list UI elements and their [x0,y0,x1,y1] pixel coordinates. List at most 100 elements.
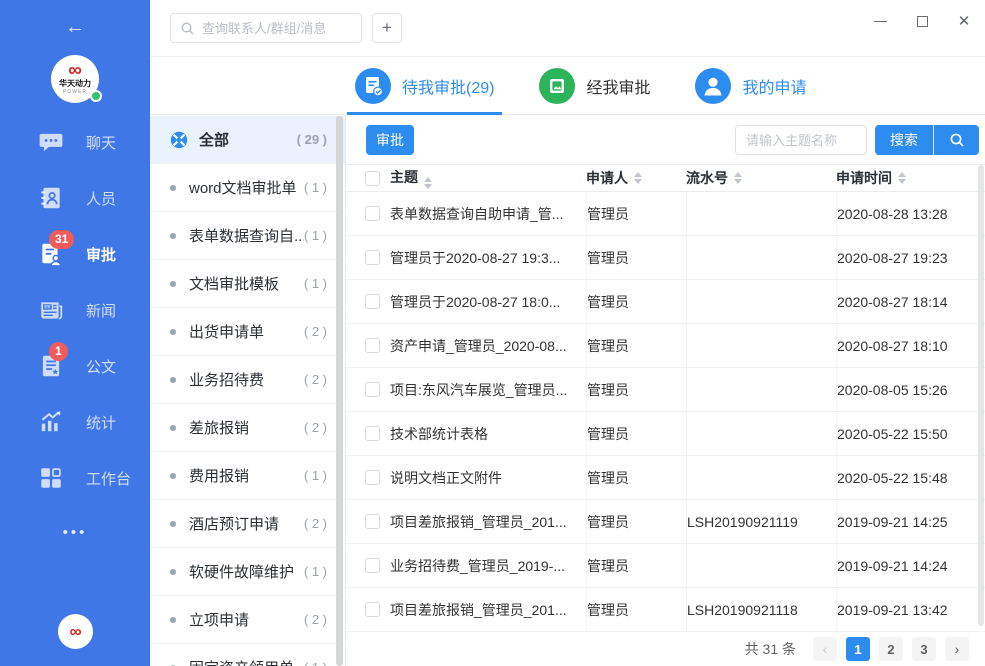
sidebar-item-label: 审批 [86,244,116,265]
sidebar-item-news[interactable]: NEW 新闻 [0,282,150,338]
row-checkbox[interactable] [365,206,380,221]
sidebar-item-workbench[interactable]: 工作台 [0,450,150,506]
category-item[interactable]: 文档审批模板 ( 1 ) [150,260,345,308]
table-scrollbar[interactable] [978,165,984,626]
row-checkbox[interactable] [365,250,380,265]
close-icon[interactable]: ✕ [943,0,985,42]
row-checkbox[interactable] [365,382,380,397]
category-item[interactable]: 出货申请单 ( 2 ) [150,308,345,356]
prev-page-icon[interactable]: ‹ [813,637,837,661]
cell-subject[interactable]: 业务招待费_管理员_2019-... [390,556,586,576]
row-checkbox[interactable] [365,558,380,573]
row-checkbox[interactable] [365,338,380,353]
next-page-icon[interactable]: › [945,637,969,661]
header-subject[interactable]: 主题 [390,167,586,189]
table-row[interactable]: 项目:东风汽车展览_管理员... 管理员 2020-08-05 15:26 [346,368,985,412]
cell-subject[interactable]: 资产申请_管理员_2020-08... [390,336,586,356]
cell-subject[interactable]: 项目差旅报销_管理员_201... [390,512,586,532]
table-row[interactable]: 项目差旅报销_管理员_201... 管理员 LSH20190921118 201… [346,588,985,632]
category-item[interactable]: 业务招待费 ( 2 ) [150,356,345,404]
category-item[interactable]: word文档审批单 ( 1 ) [150,164,345,212]
sidebar-item-approval[interactable]: 31 审批 [0,226,150,282]
table-toolbar: 审批 搜索 [346,116,985,164]
table-row[interactable]: 管理员于2020-08-27 19:3... 管理员 2020-08-27 19… [346,236,985,280]
cell-subject[interactable]: 管理员于2020-08-27 18:0... [390,292,586,312]
header-applicant[interactable]: 申请人 [586,165,686,191]
category-item[interactable]: 酒店预订申请 ( 2 ) [150,500,345,548]
row-checkbox[interactable] [365,514,380,529]
cell-apply-time: 2019-09-21 14:25 [837,514,948,530]
category-item[interactable]: 表单数据查询自... ( 1 ) [150,212,345,260]
tab-my-application[interactable]: 我的申请 [695,57,806,115]
table-row[interactable]: 资产申请_管理员_2020-08... 管理员 2020-08-27 18:10 [346,324,985,368]
sort-icon[interactable] [634,172,642,184]
row-checkbox[interactable] [365,294,380,309]
page-button[interactable]: 2 [879,637,903,661]
sort-icon[interactable] [898,172,906,184]
cell-subject[interactable]: 表单数据查询自助申请_管... [390,204,586,224]
cell-serial: LSH20190921118 [687,602,798,618]
sidebar-item-label: 公文 [86,356,116,377]
approve-button[interactable]: 审批 [366,125,414,155]
category-label: 文档审批模板 [189,273,279,294]
sidebar-item-people[interactable]: 人员 [0,170,150,226]
row-checkbox[interactable] [365,602,380,617]
sidebar-nav: 聊天 人员 31 审批 NEW 新闻 1 公文 [0,114,150,506]
add-button[interactable]: + [372,13,402,43]
tab-approved-by-me[interactable]: 经我审批 [539,57,650,115]
sidebar-item-official-doc[interactable]: 1 公文 [0,338,150,394]
table-row[interactable]: 管理员于2020-08-27 18:0... 管理员 2020-08-27 18… [346,280,985,324]
category-item[interactable]: 软硬件故障维护 ( 1 ) [150,548,345,596]
header-apply-time[interactable]: 申请时间 [836,165,985,191]
row-checkbox[interactable] [365,470,380,485]
page-button[interactable]: 3 [912,637,936,661]
advanced-search-button[interactable] [933,125,979,155]
more-icon[interactable]: ••• [0,524,150,541]
minimize-icon[interactable] [859,0,901,42]
user-avatar[interactable]: ∞ 华天动力 POWER [51,55,99,103]
cell-subject[interactable]: 说明文档正文附件 [390,468,586,488]
table-row[interactable]: 表单数据查询自助申请_管... 管理员 2020-08-28 13:28 [346,192,985,236]
back-arrow-icon[interactable]: ← [0,16,150,39]
cell-subject[interactable]: 管理员于2020-08-27 19:3... [390,248,586,268]
category-item[interactable]: 立项申请 ( 2 ) [150,596,345,644]
table-row[interactable]: 说明文档正文附件 管理员 2020-05-22 15:48 [346,456,985,500]
category-item[interactable]: 固定资产领用单 ( 1 ) [150,644,345,666]
row-checkbox[interactable] [365,426,380,441]
sort-icon[interactable] [734,172,742,184]
category-item-all[interactable]: 全部 ( 29 ) [150,116,345,164]
header-serial[interactable]: 流水号 [686,165,836,191]
category-label: 表单数据查询自... [189,225,304,246]
category-item[interactable]: 费用报销 ( 1 ) [150,452,345,500]
sidebar-item-stats[interactable]: 统计 [0,394,150,450]
cell-applicant: 管理员 [587,292,629,312]
table-row[interactable]: 业务招待费_管理员_2019-... 管理员 2019-09-21 14:24 [346,544,985,588]
category-label: 差旅报销 [189,417,249,438]
table-row[interactable]: 技术部统计表格 管理员 2020-05-22 15:50 [346,412,985,456]
sort-icon[interactable] [424,177,432,189]
category-item[interactable]: 差旅报销 ( 2 ) [150,404,345,452]
table-row[interactable]: 项目差旅报销_管理员_201... 管理员 LSH20190921119 201… [346,500,985,544]
category-scrollbar[interactable] [336,116,343,666]
search-button[interactable]: 搜索 [875,125,933,155]
cell-subject[interactable]: 项目:东风汽车展览_管理员... [390,380,586,400]
topic-search-input[interactable] [735,125,867,155]
brand-logo-icon: ∞ [68,63,82,78]
tab-pending-approval[interactable]: 待我审批(29) [355,57,494,115]
contact-search[interactable] [170,13,362,43]
stats-icon [38,409,64,435]
cell-subject[interactable]: 技术部统计表格 [390,424,586,444]
category-label: 业务招待费 [189,369,264,390]
maximize-icon[interactable] [901,0,943,42]
app-logo-icon[interactable]: ∞ [58,614,93,649]
contact-search-input[interactable] [202,21,342,36]
select-all-checkbox[interactable] [365,171,380,186]
cell-subject[interactable]: 项目差旅报销_管理员_201... [390,600,586,620]
pagination: 共 31 条 ‹ 1 2 3 › [346,632,985,666]
category-label: 固定资产领用单 [189,657,294,666]
page-button[interactable]: 1 [846,637,870,661]
sidebar-item-chat[interactable]: 聊天 [0,114,150,170]
main-area: + ✕ 待我审批(29) 经我审批 我的申请 [150,0,985,666]
my-application-icon [695,68,731,104]
category-count: ( 2 ) [304,612,327,627]
